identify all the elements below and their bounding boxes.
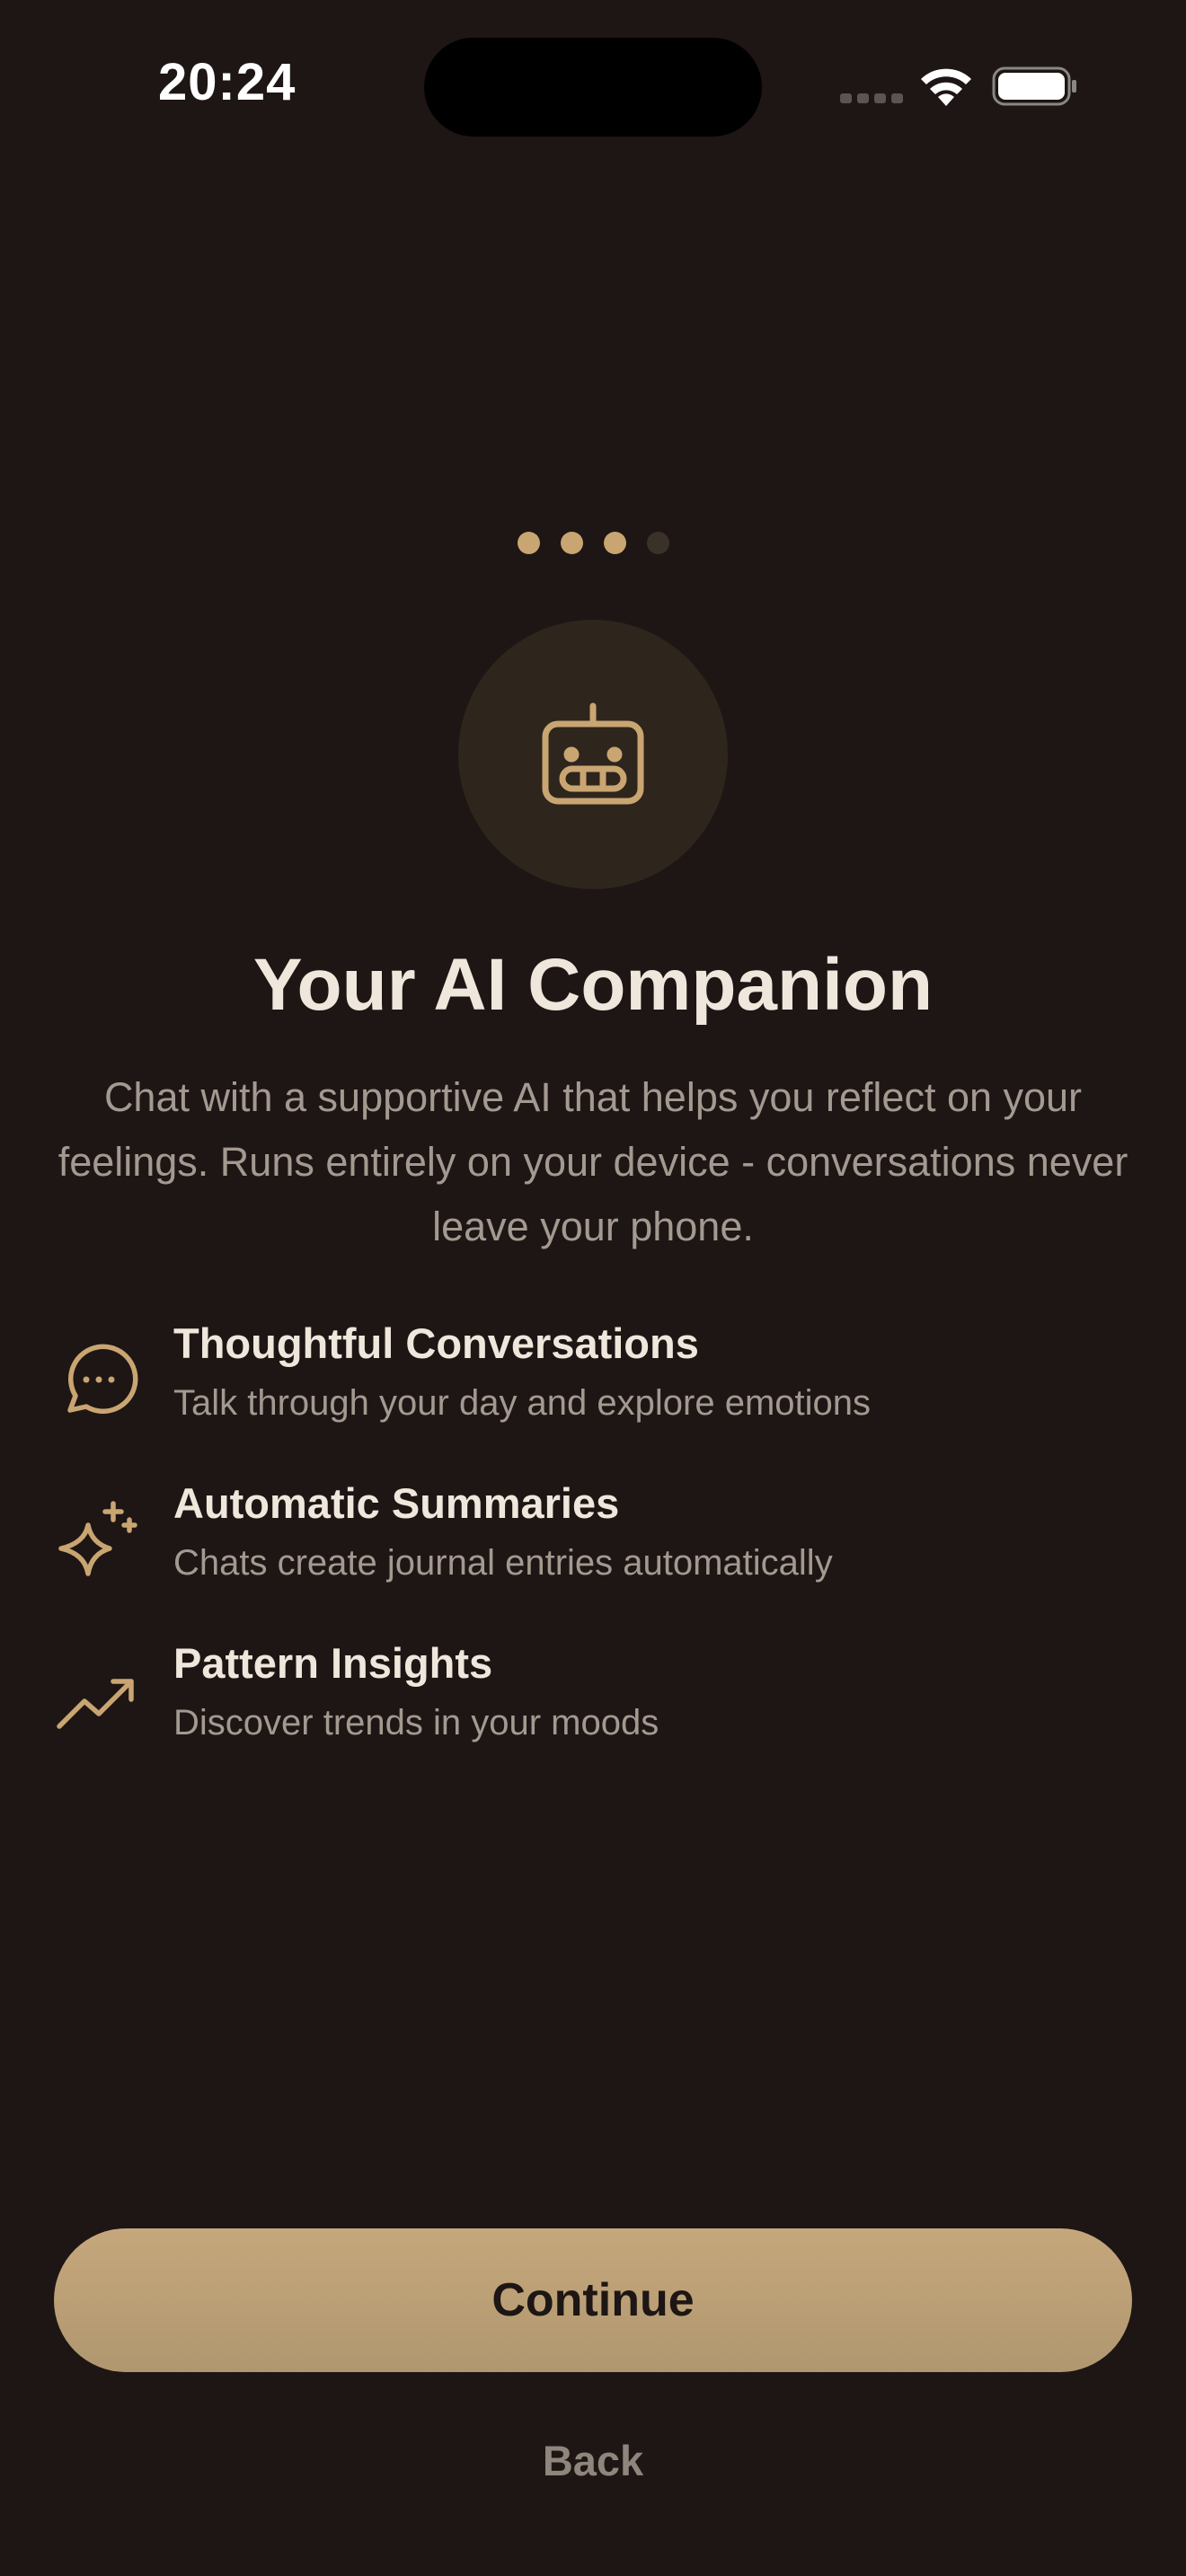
feature-title: Pattern Insights — [173, 1639, 493, 1687]
feature-title: Thoughtful Conversations — [173, 1319, 699, 1367]
dynamic-island — [424, 38, 762, 137]
feature-title: Automatic Summaries — [173, 1479, 620, 1527]
chat-bubble-icon — [67, 1344, 138, 1415]
robot-icon — [542, 702, 644, 805]
trending-up-icon — [57, 1679, 134, 1729]
onboarding-screen: 20:24 Your AI Companion Chat with a supp — [0, 0, 1186, 2576]
page-dot[interactable] — [517, 532, 540, 554]
feature-item: Automatic Summaries Chats create journal… — [54, 1478, 1132, 1604]
page-subtitle: Chat with a supportive AI that helps you… — [58, 1074, 1128, 1249]
continue-button[interactable]: Continue — [54, 2228, 1132, 2372]
feature-description: Talk through your day and explore emotio… — [173, 1383, 872, 1423]
feature-description: Chats create journal entries automatical… — [173, 1543, 833, 1583]
feature-item: Pattern Insights Discover trends in your… — [54, 1638, 1132, 1764]
feature-item: Thoughtful Conversations Talk through yo… — [54, 1319, 1132, 1444]
status-time: 20:24 — [158, 53, 296, 111]
page-dot-current[interactable] — [603, 532, 626, 554]
wifi-icon — [921, 68, 971, 106]
page-dot[interactable] — [560, 532, 583, 554]
cellular-signal-icon — [840, 93, 903, 103]
sparkles-icon — [58, 1501, 137, 1576]
battery-icon — [992, 66, 1076, 106]
feature-description: Discover trends in your moods — [173, 1703, 659, 1742]
hero-icon-circle — [458, 620, 728, 889]
page-dot[interactable] — [646, 532, 669, 554]
page-indicator — [0, 532, 1186, 554]
back-button[interactable]: Back — [0, 2436, 1186, 2485]
page-title: Your AI Companion — [252, 944, 934, 1026]
